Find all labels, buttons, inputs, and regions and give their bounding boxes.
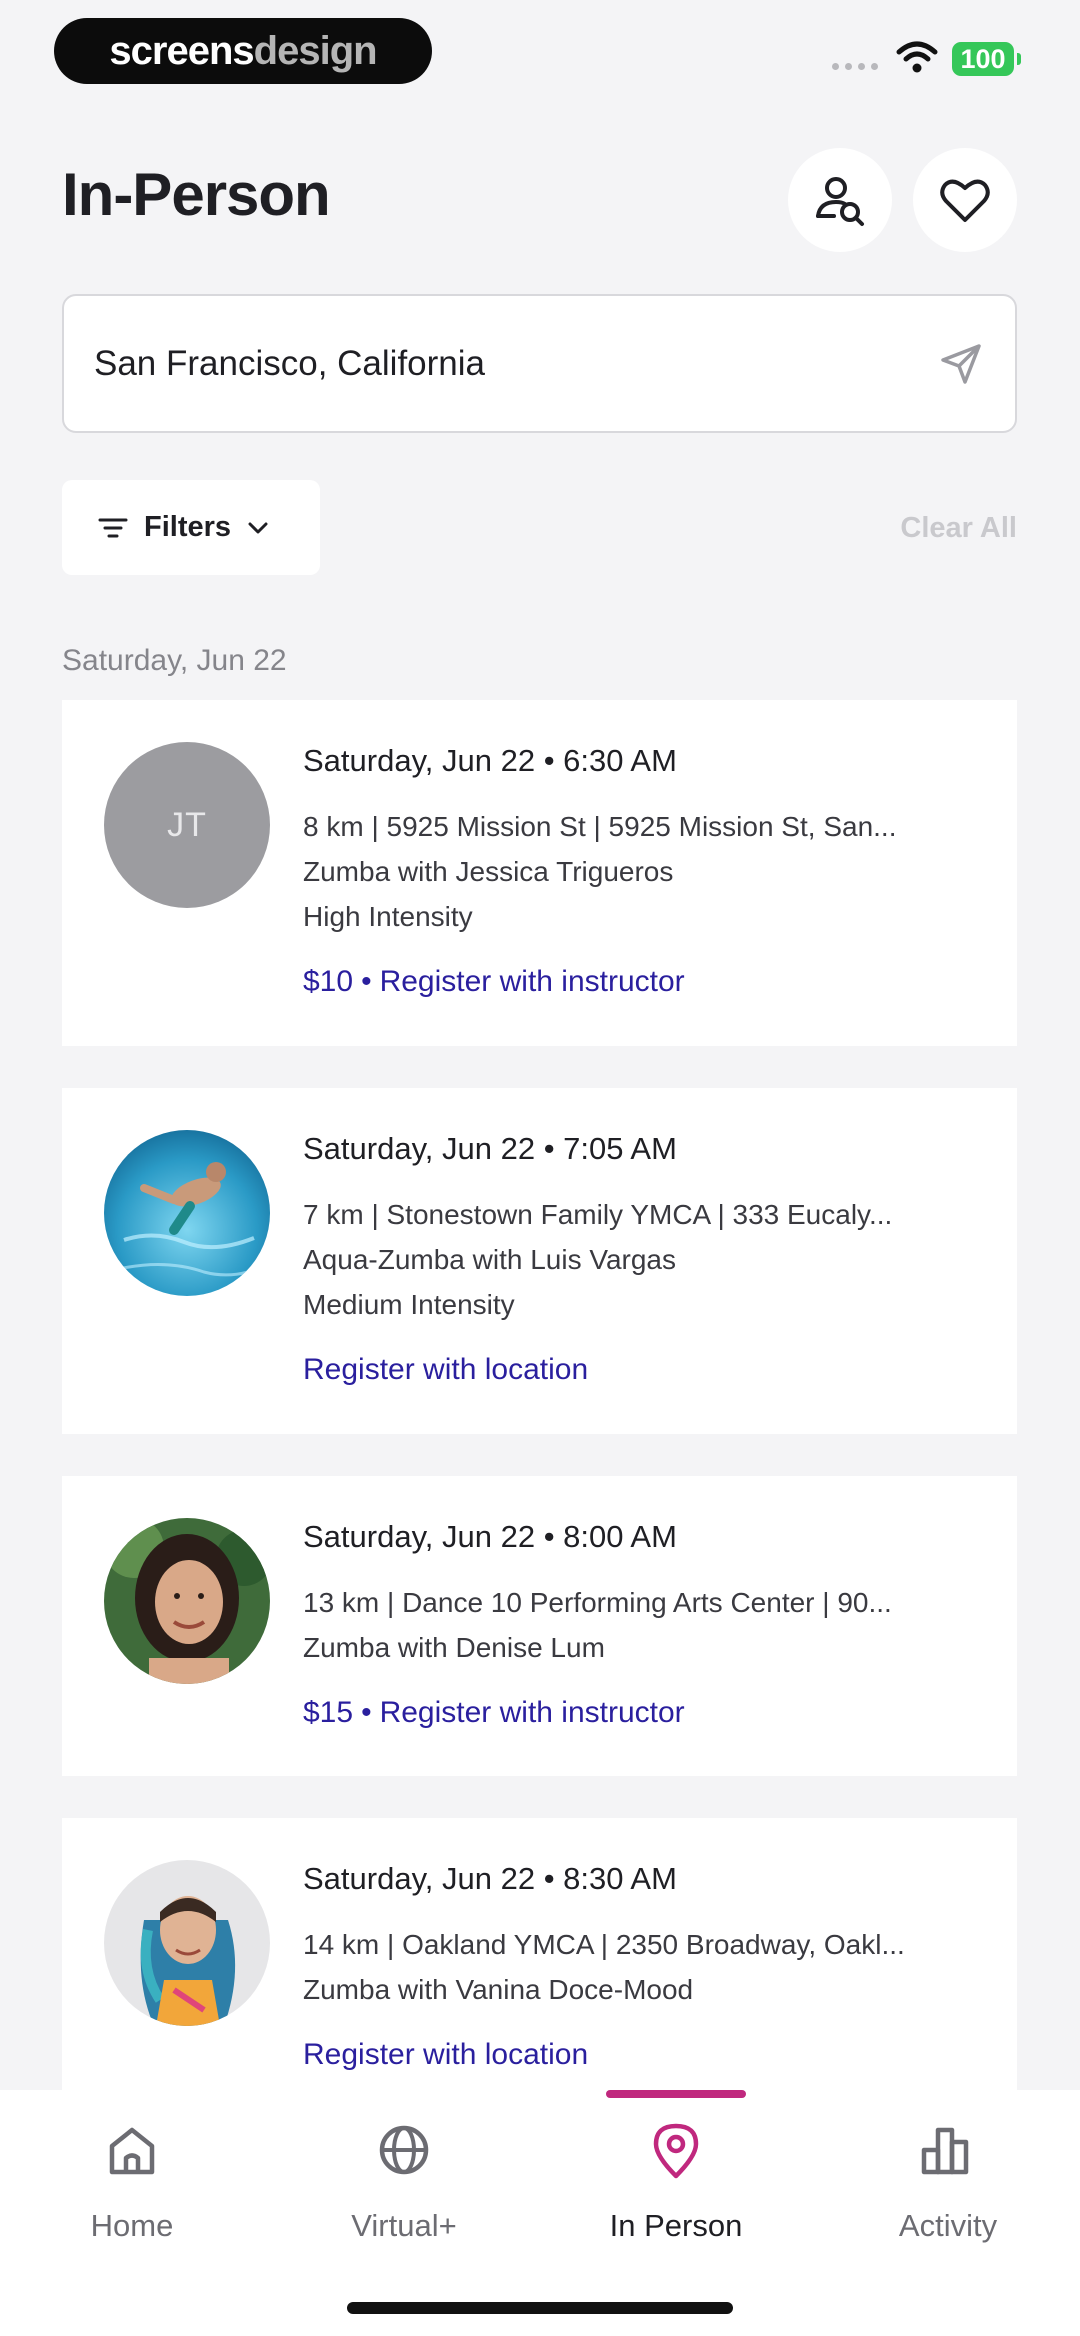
brand-part2: design [253,28,378,73]
filter-lines-icon [98,518,128,537]
class-price: $15 [303,1696,354,1729]
home-icon [109,2127,155,2175]
map-pin-icon [653,2123,699,2179]
avatar: JT [104,742,270,908]
avatar [104,1860,270,2026]
class-location: 14 km | Oakland YMCA | 2350 Broadway, Oa… [303,1929,905,1960]
class-location: 13 km | Dance 10 Performing Arts Center … [303,1587,892,1618]
class-datetime: Saturday, Jun 22 • 8:30 AM [303,1861,677,1896]
location-field[interactable] [62,294,1017,433]
avatar [104,1518,270,1684]
register-link[interactable]: $15 • Register with instructor [303,1692,977,1734]
class-location: 8 km | 5925 Mission St | 5925 Mission St… [303,811,897,842]
tab-virtual-plus[interactable]: Virtual+ [304,2120,504,2244]
class-title: Zumba with Denise Lum [303,1632,605,1663]
class-price: $10 [303,965,354,998]
register-link[interactable]: Register with location [303,1349,977,1391]
wifi-icon [896,41,938,73]
class-card[interactable]: Saturday, Jun 22 • 7:05 AM 7 km | Stones… [62,1088,1017,1434]
register-label: Register with location [303,2038,589,2071]
class-card[interactable]: Saturday, Jun 22 • 8:00 AM 13 km | Dance… [62,1476,1017,1776]
register-label: Register with instructor [379,1696,685,1729]
heart-icon [940,179,990,222]
instructor-photo [104,1860,270,2026]
register-label: Register with location [303,1353,589,1386]
favorites-button[interactable] [913,148,1017,252]
tab-home[interactable]: Home [32,2120,232,2244]
register-link[interactable]: Register with location [303,2034,977,2076]
clear-all-button[interactable]: Clear All [900,512,1017,545]
battery-level: 100 [960,43,1006,74]
search-instructor-button[interactable] [788,148,892,252]
active-tab-indicator [606,2090,746,2098]
class-datetime: Saturday, Jun 22 • 6:30 AM [303,743,677,778]
class-title: Aqua-Zumba with Luis Vargas [303,1244,676,1275]
brand-part1: screens [109,28,254,73]
register-link[interactable]: $10 • Register with instructor [303,961,977,1003]
class-location: 7 km | Stonestown Family YMCA | 333 Euca… [303,1199,893,1230]
home-indicator [347,2302,733,2314]
bar-chart-icon [921,2127,969,2175]
tab-label: Virtual+ [351,2208,457,2243]
pool-swimmer-photo [104,1130,270,1296]
instructor-photo [104,1518,270,1684]
register-label: Register with instructor [379,965,685,998]
status-bar: screens design 100 [0,0,1080,110]
navigation-arrow-icon[interactable] [937,340,985,388]
location-input[interactable] [94,343,937,384]
filters-label: Filters [144,511,232,543]
class-title: Zumba with Jessica Trigueros [303,856,674,887]
tab-label: Home [90,2208,174,2243]
avatar [104,1130,270,1296]
brand-logo: screens design [54,18,432,84]
class-intensity: High Intensity [303,901,473,932]
class-card[interactable]: JT Saturday, Jun 22 • 6:30 AM 8 km | 592… [62,700,1017,1046]
tab-activity[interactable]: Activity [848,2120,1048,2244]
date-heading: Saturday, Jun 22 [62,644,287,677]
class-datetime: Saturday, Jun 22 • 8:00 AM [303,1519,677,1554]
class-title: Zumba with Vanina Doce-Mood [303,1974,694,2005]
filters-button[interactable]: Filters [62,480,320,575]
battery-indicator: 100 [952,42,1021,76]
tab-label: In Person [609,2208,743,2243]
tab-label: Activity [898,2208,998,2243]
tab-in-person[interactable]: In Person [576,2120,776,2244]
chevron-down-icon [248,522,268,533]
signal-dots-icon [832,63,878,70]
class-datetime: Saturday, Jun 22 • 7:05 AM [303,1131,677,1166]
globe-icon [379,2125,429,2175]
avatar-initials: JT [167,805,207,844]
class-card[interactable]: Saturday, Jun 22 • 8:30 AM 14 km | Oakla… [62,1818,1017,2118]
person-search-icon [816,177,864,226]
page-title: In-Person [62,161,331,228]
class-intensity: Medium Intensity [303,1289,515,1320]
